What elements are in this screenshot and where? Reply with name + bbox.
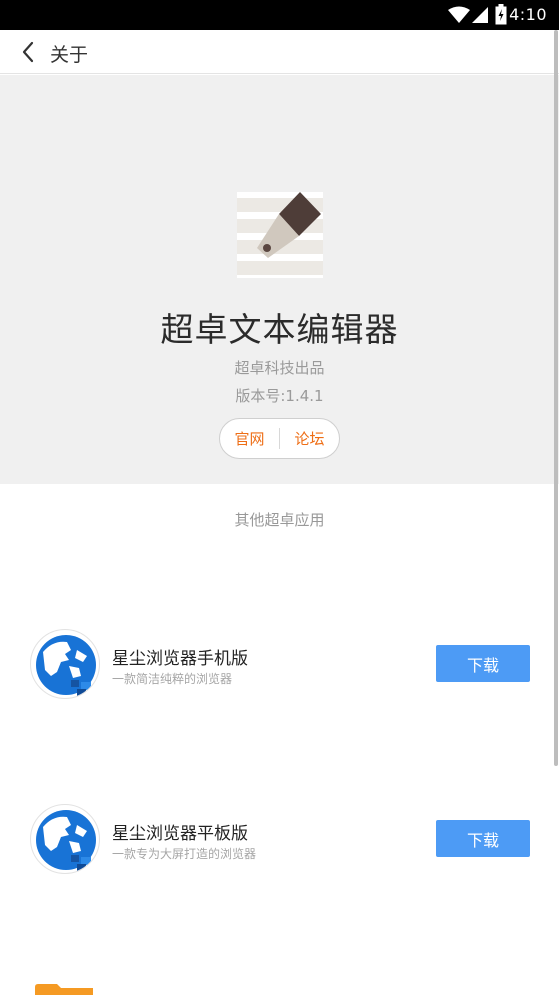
app-item-name: 星尘浏览器平板版 bbox=[112, 824, 248, 844]
app-item-description: 一款专为大屏打造的浏览器 bbox=[112, 847, 257, 861]
app-item-description: 一款简洁纯粹的浏览器 bbox=[112, 672, 233, 686]
app-publisher: 超卓科技出品 bbox=[234, 359, 325, 377]
folder-icon bbox=[35, 984, 93, 995]
app-name: 超卓文本编辑器 bbox=[160, 310, 399, 349]
browser-globe-icon bbox=[30, 804, 100, 874]
website-link[interactable]: 官网 bbox=[220, 419, 279, 458]
page-title: 关于 bbox=[50, 44, 89, 66]
battery-icon bbox=[495, 4, 507, 25]
about-screen: 4:10 关于 超卓文本编辑器 超卓科技出品 版本号:1.4.1 官网 论坛 其… bbox=[0, 0, 559, 995]
app-info-section: 超卓文本编辑器 超卓科技出品 版本号:1.4.1 官网 论坛 bbox=[0, 75, 559, 484]
status-bar: 4:10 bbox=[0, 0, 559, 30]
other-apps-title: 其他超卓应用 bbox=[234, 511, 325, 529]
download-button[interactable]: 下载 bbox=[436, 645, 530, 682]
list-item: 星尘浏览器手机版 一款简洁纯粹的浏览器 下载 bbox=[0, 629, 559, 699]
link-group: 官网 论坛 bbox=[219, 418, 340, 459]
app-item-name: 星尘浏览器手机版 bbox=[112, 649, 248, 669]
app-logo-icon bbox=[237, 192, 323, 278]
download-button[interactable]: 下载 bbox=[436, 820, 530, 857]
back-button[interactable] bbox=[12, 36, 44, 68]
chevron-left-icon bbox=[22, 41, 34, 63]
status-time: 4:10 bbox=[509, 5, 547, 24]
wifi-icon bbox=[448, 6, 470, 23]
scrollbar[interactable] bbox=[554, 30, 558, 766]
forum-link[interactable]: 论坛 bbox=[280, 419, 339, 458]
app-header: 关于 bbox=[0, 30, 559, 74]
list-item: 星尘浏览器平板版 一款专为大屏打造的浏览器 下载 bbox=[0, 804, 559, 874]
cell-signal-icon bbox=[472, 7, 488, 23]
browser-globe-icon bbox=[30, 629, 100, 699]
app-version: 版本号:1.4.1 bbox=[235, 387, 324, 405]
